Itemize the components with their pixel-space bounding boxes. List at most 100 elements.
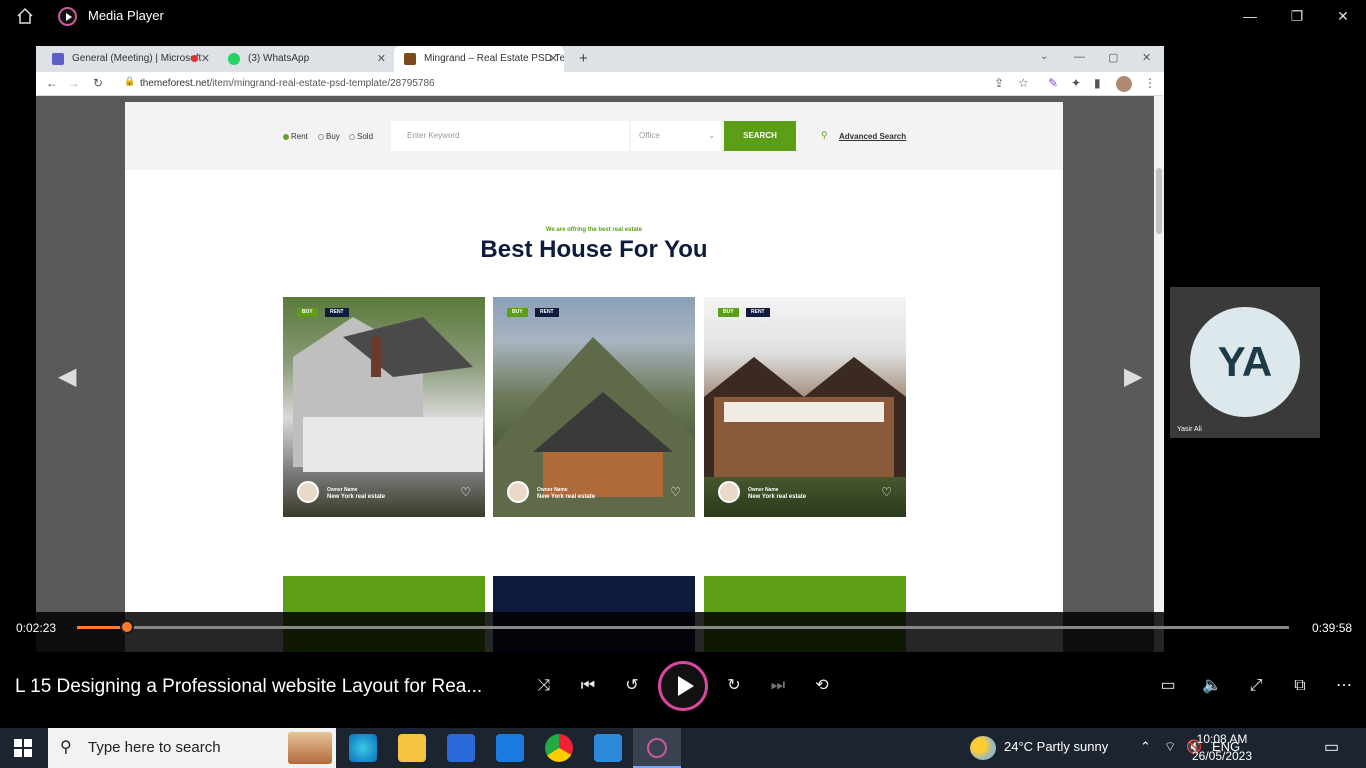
close-icon[interactable]: ✕ — [1333, 6, 1353, 26]
miniplayer-icon[interactable]: ⧉ — [1288, 674, 1312, 698]
buy-badge: BUY — [507, 308, 528, 317]
tab-label: Mingrand – Real Estate PSD Tem — [424, 53, 564, 64]
extensions-icon[interactable]: ✦ — [1071, 76, 1081, 90]
page-scrollbar[interactable] — [1154, 96, 1164, 652]
side-panel-icon[interactable]: ▮ — [1094, 76, 1101, 90]
participant-name: Yasir Ali — [1177, 426, 1202, 433]
radio-dot — [283, 134, 289, 140]
owner-avatar — [297, 481, 319, 503]
minimize-icon[interactable]: — — [1240, 6, 1260, 26]
taskbar-search[interactable]: ⚲ Type here to search — [48, 728, 336, 768]
close-tab-icon[interactable]: ✕ — [549, 46, 558, 72]
windows-start-icon[interactable] — [14, 739, 32, 757]
previous-track-icon[interactable]: ⏮ — [576, 674, 600, 698]
owner-location: New York real estate — [748, 494, 807, 500]
browser-menu-icon[interactable]: ⋮ — [1144, 76, 1156, 90]
file-explorer-icon[interactable] — [398, 734, 426, 762]
advanced-search-link[interactable]: Advanced Search — [839, 132, 906, 141]
lock-icon: 🔒 — [124, 76, 136, 86]
participant-tile: YA Yasir Ali — [1170, 287, 1320, 438]
heart-icon[interactable]: ♡ — [670, 485, 681, 499]
radio-buy[interactable]: Buy — [318, 132, 340, 141]
tab-label: General (Meeting) | Microsoft — [72, 53, 202, 64]
volume-icon[interactable]: 🔈 — [1200, 674, 1224, 698]
url-field[interactable]: themeforest.net/item/mingrand-real-estat… — [140, 75, 435, 93]
browser-tab-bar: General (Meeting) | Microsoft ✕ (3) What… — [36, 46, 1164, 72]
next-slide-icon[interactable]: ▶ — [1124, 362, 1142, 391]
bookmark-star-icon[interactable]: ☆ — [1018, 76, 1029, 90]
skip-back-10-icon[interactable]: ↺ — [620, 674, 644, 698]
tab-mingrand[interactable]: Mingrand – Real Estate PSD Tem ✕ — [394, 46, 564, 72]
property-type-select[interactable]: Office ⌄ — [631, 121, 721, 151]
tab-whatsapp[interactable]: (3) WhatsApp ✕ — [218, 46, 392, 72]
notifications-icon[interactable]: ▭ — [1324, 737, 1339, 757]
media-player-logo-icon — [58, 7, 77, 26]
mail-icon[interactable] — [496, 734, 524, 762]
browser-close-icon[interactable]: ✕ — [1142, 51, 1151, 64]
media-player-icon — [647, 738, 667, 758]
fullscreen-icon[interactable]: ⤢ — [1244, 674, 1268, 698]
property-card[interactable]: BUY RENT Owner Name New York real estate… — [283, 297, 485, 517]
wifi-icon[interactable]: ⌔ — [1164, 739, 1176, 755]
buy-badge: BUY — [297, 308, 318, 317]
back-icon[interactable]: ← — [46, 76, 58, 90]
close-tab-icon[interactable]: ✕ — [377, 46, 386, 72]
owner-name: Owner Name — [537, 487, 568, 493]
repeat-icon[interactable]: ⟲ — [810, 674, 834, 698]
taskbar-clock[interactable]: 10:08 AM 26/05/2023 — [1188, 731, 1256, 765]
heart-icon[interactable]: ♡ — [881, 485, 892, 499]
browser-maximize-icon[interactable]: ▢ — [1108, 51, 1118, 64]
photos-icon[interactable] — [594, 734, 622, 762]
browser-window: General (Meeting) | Microsoft ✕ (3) What… — [36, 46, 1164, 652]
seek-bar[interactable] — [77, 626, 1289, 629]
next-track-icon[interactable]: ⏭ — [766, 674, 790, 698]
search-icon: ⚲ — [60, 739, 72, 756]
chrome-icon[interactable] — [545, 734, 573, 762]
profile-avatar[interactable] — [1116, 76, 1132, 92]
rent-badge: RENT — [325, 308, 349, 317]
radio-sold[interactable]: Sold — [349, 132, 373, 141]
owner-location: New York real estate — [327, 494, 386, 500]
weather-icon[interactable] — [970, 736, 996, 760]
browser-minimize-icon[interactable]: — — [1074, 51, 1085, 63]
share-icon[interactable]: ⇪ — [994, 76, 1004, 90]
weather-text[interactable]: 24°C Partly sunny — [1004, 739, 1108, 754]
new-tab-icon[interactable]: + — [579, 50, 588, 67]
reload-icon[interactable]: ↻ — [93, 76, 103, 90]
section-heading: Best House For You — [480, 236, 708, 263]
tab-label: (3) WhatsApp — [248, 53, 310, 64]
radio-label: Sold — [357, 132, 374, 141]
property-card[interactable]: BUY RENT Owner Name New York real estate… — [704, 297, 906, 517]
radio-rent[interactable]: Rent — [283, 132, 308, 141]
store-icon[interactable] — [447, 734, 475, 762]
skip-forward-30-icon[interactable]: ↻ — [722, 674, 746, 698]
heart-icon[interactable]: ♡ — [460, 485, 471, 499]
previous-slide-icon[interactable]: ◀ — [58, 362, 76, 391]
shuffle-icon[interactable]: ⤨ — [532, 674, 556, 698]
forward-icon[interactable]: → — [68, 76, 80, 90]
edge-icon[interactable] — [349, 734, 377, 762]
play-button[interactable] — [658, 661, 708, 711]
search-button[interactable]: SEARCH — [724, 121, 796, 151]
themeforest-icon — [404, 53, 416, 65]
more-options-icon[interactable]: ⋯ — [1332, 674, 1356, 698]
captions-icon[interactable]: ▭ — [1156, 674, 1180, 698]
video-frame[interactable]: General (Meeting) | Microsoft ✕ (3) What… — [0, 32, 1366, 652]
property-card[interactable]: BUY RENT Owner Name New York real estate… — [493, 297, 695, 517]
home-icon[interactable] — [16, 7, 34, 25]
search-placeholder: Type here to search — [88, 739, 221, 756]
mingrand-page: Rent Buy Sold Enter Keyword Office ⌄ SEAR… — [125, 102, 1063, 652]
pen-extension-icon[interactable]: ✎ — [1048, 76, 1058, 90]
url-domain: themeforest.net — [140, 78, 210, 89]
chevron-up-icon[interactable]: ⌃ — [1140, 739, 1151, 755]
media-player-taskbar-button[interactable] — [633, 728, 681, 768]
keyword-input[interactable]: Enter Keyword — [391, 121, 629, 151]
seek-handle[interactable] — [119, 620, 134, 634]
scrollbar-thumb[interactable] — [1156, 168, 1162, 234]
section-subtitle: We are offring the best real estate — [545, 227, 643, 233]
restore-icon[interactable]: ❐ — [1287, 6, 1307, 26]
recording-icon — [191, 55, 198, 62]
close-tab-icon[interactable]: ✕ — [201, 46, 210, 72]
tab-search-icon[interactable]: ⌄ — [1040, 51, 1048, 62]
tab-teams[interactable]: General (Meeting) | Microsoft ✕ — [42, 46, 216, 72]
